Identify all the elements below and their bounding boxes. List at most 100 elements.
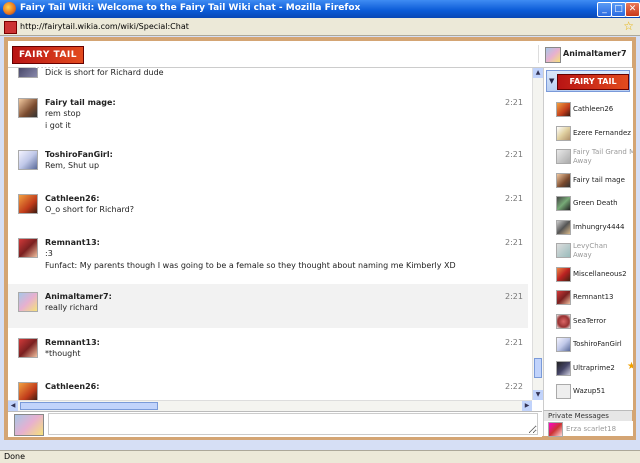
room-header[interactable]: ▼ FAIRY TAIL WIKI: [546, 70, 630, 100]
chat-container: FAIRY TAIL WIKI Animaltamer7 Dick is sho…: [8, 41, 633, 437]
avatar: [556, 125, 571, 141]
avatar: [556, 290, 571, 305]
user-entry[interactable]: Ultraprime2 ★: [556, 360, 633, 381]
message-avatar[interactable]: [18, 292, 38, 312]
avatar: [556, 102, 571, 117]
chat-input[interactable]: [48, 413, 538, 435]
maximize-button[interactable]: □: [611, 2, 626, 17]
close-button[interactable]: ✕: [625, 2, 640, 17]
message-avatar[interactable]: [18, 338, 38, 358]
page-frame: FAIRY TAIL WIKI Animaltamer7 Dick is sho…: [4, 37, 636, 440]
message-avatar[interactable]: [18, 238, 38, 258]
status-text: Done: [4, 452, 26, 461]
user-name: Green Death: [573, 199, 618, 207]
avatar: [548, 422, 563, 437]
chat-input-area: [8, 411, 542, 437]
status-bar: Done: [0, 450, 640, 463]
user-entry[interactable]: SeaTerror: [556, 313, 633, 334]
current-user[interactable]: Animaltamer7: [538, 45, 627, 63]
current-user-name: Animaltamer7: [563, 49, 627, 58]
firefox-icon: [3, 2, 16, 15]
chat-message: Cathleen26: O_o short for Richard? 2:21: [8, 186, 528, 230]
scroll-thumb[interactable]: [534, 358, 542, 378]
away-status: Away: [573, 251, 592, 259]
wiki-logo[interactable]: FAIRY TAIL WIKI: [12, 46, 84, 76]
scroll-down-arrow-icon[interactable]: ▼: [533, 390, 543, 400]
staff-star-icon: ★: [627, 361, 633, 372]
chat-message: ToshiroFanGirl: Rem, Shut up 2:21: [8, 142, 528, 186]
message-list: Dick is short for Richard dude Fairy tail…: [8, 68, 532, 400]
message-text: *thought: [45, 349, 81, 358]
avatar: [556, 149, 571, 164]
user-entry[interactable]: ToshiroFanGirl: [556, 337, 633, 357]
message-text: Rem, Shut up: [45, 161, 100, 170]
message-timestamp: 2:21: [505, 292, 523, 301]
chat-message: Cathleen26: 2:22: [8, 374, 528, 400]
collapse-arrow-icon[interactable]: ▼: [549, 77, 554, 85]
avatar: [556, 266, 571, 282]
user-entry[interactable]: LevyChan Away: [556, 242, 633, 263]
user-name: Ultraprime2: [573, 363, 615, 372]
message-text: Funfact: My parents though I was going t…: [45, 261, 456, 270]
message-avatar[interactable]: [18, 98, 38, 118]
scroll-right-arrow-icon[interactable]: ▶: [522, 401, 532, 411]
avatar: [556, 219, 571, 235]
message-avatar[interactable]: [18, 150, 38, 170]
user-entry[interactable]: Ezere Fernandez: [556, 125, 633, 146]
hscroll-thumb[interactable]: [20, 402, 158, 410]
user-entry[interactable]: Wazup51: [556, 384, 633, 404]
user-entry[interactable]: Cathleen26: [556, 102, 633, 122]
message-timestamp: 2:21: [505, 150, 523, 159]
avatar: [556, 360, 571, 376]
user-name: ToshiroFanGirl: [573, 340, 622, 348]
private-message-user[interactable]: Erza scarlet18: [543, 421, 633, 437]
url-field[interactable]: http://fairytail.wikia.com/wiki/Special:…: [20, 22, 189, 31]
current-user-avatar: [545, 47, 561, 63]
message-username[interactable]: Cathleen26:: [45, 382, 99, 391]
user-entry[interactable]: Miscellaneous2: [556, 266, 633, 287]
user-entry[interactable]: Fairy Tail Grand M Away: [556, 148, 633, 169]
chat-message: Animaltamer7: really richard 2:21: [8, 284, 528, 328]
message-avatar[interactable]: [18, 382, 38, 400]
user-name: Miscellaneous2: [573, 269, 627, 278]
message-username[interactable]: Cathleen26:: [45, 194, 99, 203]
bookmark-star-icon[interactable]: ☆: [623, 19, 634, 33]
message-horizontal-scrollbar[interactable]: ◀ ▶: [8, 400, 532, 411]
avatar: [556, 196, 571, 211]
message-username[interactable]: Remnant13:: [45, 338, 100, 347]
message-vertical-scrollbar[interactable]: ▲ ▼: [532, 68, 543, 400]
message-username[interactable]: Fairy tail mage:: [45, 98, 116, 107]
user-name: SeaTerror: [573, 316, 607, 325]
message-text: i got it: [45, 121, 71, 130]
message-username[interactable]: Remnant13:: [45, 238, 100, 247]
user-entry[interactable]: Fairy tail mage: [556, 172, 633, 193]
message-username[interactable]: ToshiroFanGirl:: [45, 150, 113, 159]
scroll-up-arrow-icon[interactable]: ▲: [533, 68, 543, 78]
avatar: [556, 313, 571, 329]
message-timestamp: 2:21: [505, 98, 523, 107]
message-username[interactable]: Animaltamer7:: [45, 292, 112, 301]
user-entry[interactable]: Remnant13: [556, 290, 633, 310]
minimize-button[interactable]: _: [597, 2, 612, 17]
away-status: Away: [573, 157, 592, 165]
window-titlebar: Fairy Tail Wiki: Welcome to the Fairy Ta…: [0, 0, 640, 18]
private-messages-header: Private Messages: [543, 410, 632, 421]
chat-message: Remnant13::3Funfact: My parents though I…: [8, 230, 528, 274]
message-text: rem stop: [45, 109, 81, 118]
chat-message: Fairy tail mage: rem stop i got it 2:21: [8, 90, 528, 134]
message-avatar[interactable]: [18, 194, 38, 214]
site-favicon-icon: [4, 21, 17, 34]
avatar: [556, 172, 571, 188]
message-text: :3: [45, 249, 53, 258]
message-avatar[interactable]: [18, 68, 38, 78]
message-text: really richard: [45, 303, 98, 312]
user-entry[interactable]: Imhungry4444: [556, 219, 633, 240]
user-entry[interactable]: Green Death: [556, 196, 633, 216]
user-name: Fairy Tail Grand M: [573, 148, 633, 156]
avatar: [556, 337, 571, 352]
user-name: Imhungry4444: [573, 222, 625, 231]
user-name: LevyChan: [573, 242, 608, 250]
scroll-left-arrow-icon[interactable]: ◀: [8, 401, 18, 411]
message-timestamp: 2:21: [505, 194, 523, 203]
message-timestamp: 2:21: [505, 238, 523, 247]
